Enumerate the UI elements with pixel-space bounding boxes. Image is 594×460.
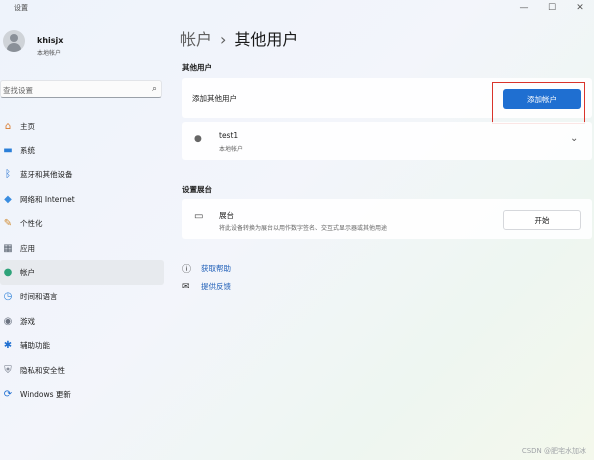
sidebar-item-gaming[interactable]: ◉ 游戏 (0, 309, 164, 333)
close-button[interactable]: ✕ (566, 0, 594, 16)
kiosk-icon: ▭ (194, 211, 204, 222)
title-bar: 设置 — ☐ ✕ (0, 0, 594, 16)
sidebar-item-label: 隐私和安全性 (20, 365, 65, 375)
give-feedback-label[interactable]: 提供反馈 (201, 281, 231, 292)
network-icon: ◆ (4, 193, 12, 205)
sidebar-item-network[interactable]: ◆ 网络和 Internet (0, 187, 164, 211)
sidebar-item-label: 帐户 (20, 268, 35, 278)
watermark: CSDN @肥宅水加冰 (521, 447, 586, 455)
windows-update-icon: ⟳ (3, 388, 13, 400)
sidebar-item-accessibility[interactable]: ✱ 辅助功能 (0, 334, 164, 358)
search-input[interactable]: 查找设置 ⌕ (0, 80, 162, 98)
minimize-button[interactable]: — (510, 0, 538, 16)
kiosk-start-button[interactable]: 开始 (503, 210, 581, 230)
sidebar-item-label: 游戏 (20, 316, 35, 326)
sidebar-item-windows-update[interactable]: ⟳ Windows 更新 (0, 382, 164, 406)
sidebar-item-brush[interactable]: ✎ 个性化 (0, 212, 164, 236)
shield-icon: ⛨ (4, 364, 12, 376)
sidebar-item-shield[interactable]: ⛨ 隐私和安全性 (0, 358, 164, 382)
maximize-button[interactable]: ☐ (538, 0, 566, 16)
get-help-label[interactable]: 获取帮助 (201, 263, 231, 274)
search-icon[interactable]: ⌕ (152, 84, 157, 94)
user-entry-name: test1 (219, 131, 239, 140)
sidebar-item-system[interactable]: ▬ 系统 (0, 138, 164, 162)
help-icon: ⓘ (182, 265, 192, 275)
sidebar-item-label: 网络和 Internet (20, 194, 75, 204)
sidebar-item-home[interactable]: ⌂ 主页 (0, 114, 164, 138)
account-icon: ● (3, 267, 13, 279)
accessibility-icon: ✱ (3, 340, 13, 352)
give-feedback-link[interactable]: ✉ 提供反馈 (182, 281, 231, 292)
user-entry-test1[interactable]: ● test1 本地帐户 ⌄ (182, 122, 592, 160)
user-icon: ● (194, 134, 202, 144)
time-language-icon: ◷ (3, 291, 13, 303)
sidebar-item-label: 主页 (20, 121, 35, 131)
user-profile[interactable]: khisjx 本地帐户 (0, 26, 160, 62)
sidebar-item-label: 辅助功能 (20, 341, 50, 351)
system-icon: ▬ (3, 145, 13, 157)
sidebar-item-account[interactable]: ● 帐户 (0, 260, 164, 285)
bluetooth-icon: ᛒ (5, 169, 11, 181)
breadcrumb-parent[interactable]: 帐户 (180, 30, 212, 49)
feedback-icon: ✉ (182, 281, 190, 292)
sidebar-item-label: 时间和语言 (20, 292, 58, 302)
get-help-link[interactable]: ⓘ 获取帮助 (182, 262, 231, 275)
sidebar-item-label: 蓝牙和其他设备 (20, 170, 73, 180)
search-placeholder: 查找设置 (3, 86, 33, 95)
breadcrumb-current: 其他用户 (234, 30, 299, 49)
other-users-section-title: 其他用户 (182, 63, 212, 72)
breadcrumb-separator: › (220, 30, 227, 49)
brush-icon: ✎ (3, 218, 13, 230)
kiosk-section-title: 设置展台 (182, 185, 212, 194)
sidebar-item-label: Windows 更新 (20, 389, 71, 399)
user-name: khisjx (37, 36, 64, 45)
sidebar-nav: ⌂ 主页 ▬ 系统 ᛒ 蓝牙和其他设备 ◆ 网络和 Internet ✎ 个性化 ▦ 应用 ● 帐户 ◷ 时间… (0, 114, 164, 407)
user-entry-type: 本地帐户 (219, 146, 244, 153)
apps-icon: ▦ (3, 242, 13, 254)
gaming-icon: ◉ (3, 315, 13, 327)
add-other-user-label: 添加其他用户 (192, 94, 237, 103)
sidebar-item-label: 应用 (20, 243, 35, 253)
home-icon: ⌂ (4, 120, 12, 132)
sidebar-item-bluetooth[interactable]: ᛒ 蓝牙和其他设备 (0, 163, 164, 187)
sidebar-item-apps[interactable]: ▦ 应用 (0, 236, 164, 260)
app-title: 设置 (14, 4, 28, 12)
chevron-down-icon[interactable]: ⌄ (570, 133, 578, 144)
breadcrumb: 帐户 › 其他用户 (180, 26, 298, 50)
kiosk-title: 展台 (219, 211, 234, 220)
avatar (3, 30, 25, 52)
kiosk-description: 将此设备转换为展台以用作数字签名、交互式显示器或其他用途 (219, 225, 388, 232)
user-account-type: 本地帐户 (37, 50, 62, 57)
sidebar-item-time-language[interactable]: ◷ 时间和语言 (0, 285, 164, 309)
sidebar-item-label: 系统 (20, 146, 35, 156)
annotation-highlight-box (492, 82, 585, 124)
sidebar-item-label: 个性化 (20, 219, 43, 229)
